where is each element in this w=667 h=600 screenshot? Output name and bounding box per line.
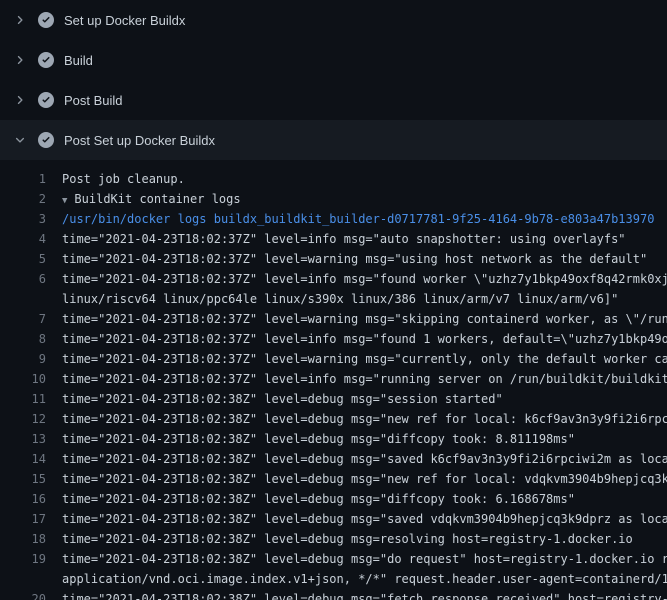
chevron-right-icon (12, 92, 28, 108)
log-line: 4 time="2021-04-23T18:02:37Z" level=info… (0, 229, 667, 249)
log-line-text: time="2021-04-23T18:02:38Z" level=debug … (62, 492, 575, 506)
log-line-text: time="2021-04-23T18:02:38Z" level=debug … (62, 552, 667, 566)
section-label: Build (64, 53, 93, 68)
section-label: Post Build (64, 93, 123, 108)
check-circle-icon (38, 52, 54, 68)
log-line: 14 time="2021-04-23T18:02:38Z" level=deb… (0, 449, 667, 469)
log-line: 17 time="2021-04-23T18:02:38Z" level=deb… (0, 509, 667, 529)
log-line-number[interactable]: 17 (0, 509, 46, 529)
actions-log-viewer: Set up Docker Buildx Build Post Build Po… (0, 0, 667, 600)
log-line-text: time="2021-04-23T18:02:38Z" level=debug … (62, 412, 667, 426)
log-line-text: time="2021-04-23T18:02:37Z" level=info m… (62, 372, 667, 386)
log-line-text: time="2021-04-23T18:02:38Z" level=debug … (62, 592, 667, 600)
log-line: 8 time="2021-04-23T18:02:37Z" level=info… (0, 329, 667, 349)
log-line-text: time="2021-04-23T18:02:37Z" level=info m… (62, 272, 667, 286)
section-label: Post Set up Docker Buildx (64, 133, 215, 148)
log-line-number[interactable] (0, 569, 46, 589)
log-line: 15 time="2021-04-23T18:02:38Z" level=deb… (0, 469, 667, 489)
log-line: 19 time="2021-04-23T18:02:38Z" level=deb… (0, 549, 667, 569)
log-line: linux/riscv64 linux/ppc64le linux/s390x … (0, 289, 667, 309)
log-line-number[interactable]: 2 (0, 189, 46, 209)
log-line: 2 ▼ BuildKit container logs (0, 189, 667, 209)
log-line-text: time="2021-04-23T18:02:37Z" level=warnin… (62, 312, 667, 326)
log-line-text: time="2021-04-23T18:02:37Z" level=info m… (62, 332, 667, 346)
log-line-text: time="2021-04-23T18:02:38Z" level=debug … (62, 392, 503, 406)
log-line: 1 Post job cleanup. (0, 169, 667, 189)
log-line-text: time="2021-04-23T18:02:38Z" level=debug … (62, 432, 575, 446)
log-line: 5 time="2021-04-23T18:02:37Z" level=warn… (0, 249, 667, 269)
chevron-right-icon (12, 12, 28, 28)
log-group-toggle-icon[interactable]: ▼ (62, 196, 67, 206)
log-line: 6 time="2021-04-23T18:02:37Z" level=info… (0, 269, 667, 289)
log-line-text: /usr/bin/docker logs buildx_buildkit_bui… (62, 212, 654, 226)
log-line: 3 /usr/bin/docker logs buildx_buildkit_b… (0, 209, 667, 229)
log-line-text: BuildKit container logs (74, 192, 240, 206)
log-line-number[interactable]: 15 (0, 469, 46, 489)
log-line-text: time="2021-04-23T18:02:37Z" level=info m… (62, 232, 626, 246)
log-line-number[interactable]: 3 (0, 209, 46, 229)
check-circle-icon (38, 92, 54, 108)
log-line-number[interactable]: 20 (0, 589, 46, 600)
log-line: 13 time="2021-04-23T18:02:38Z" level=deb… (0, 429, 667, 449)
section-header-set-up-docker-buildx[interactable]: Set up Docker Buildx (0, 0, 667, 40)
log-line-number[interactable]: 10 (0, 369, 46, 389)
log-line-text: Post job cleanup. (62, 172, 185, 186)
log-line: 10 time="2021-04-23T18:02:37Z" level=inf… (0, 369, 667, 389)
log-line-number[interactable]: 12 (0, 409, 46, 429)
log-line-text: time="2021-04-23T18:02:37Z" level=warnin… (62, 352, 667, 366)
log-line-number[interactable]: 8 (0, 329, 46, 349)
log-line-number[interactable]: 19 (0, 549, 46, 569)
log-line: 9 time="2021-04-23T18:02:37Z" level=warn… (0, 349, 667, 369)
log-line-text: time="2021-04-23T18:02:37Z" level=warnin… (62, 252, 647, 266)
log-line-number[interactable] (0, 289, 46, 309)
log-line-number[interactable]: 6 (0, 269, 46, 289)
check-circle-icon (38, 132, 54, 148)
section-header-build[interactable]: Build (0, 40, 667, 80)
log-line-text: linux/riscv64 linux/ppc64le linux/s390x … (62, 292, 618, 306)
log-line: 18 time="2021-04-23T18:02:38Z" level=deb… (0, 529, 667, 549)
log-line-number[interactable]: 16 (0, 489, 46, 509)
section-header-post-set-up-docker-buildx[interactable]: Post Set up Docker Buildx (0, 120, 667, 160)
log-line-text: time="2021-04-23T18:02:38Z" level=debug … (62, 512, 667, 526)
log-line-number[interactable]: 1 (0, 169, 46, 189)
log-line-number[interactable]: 18 (0, 529, 46, 549)
check-circle-icon (38, 12, 54, 28)
log-line: 16 time="2021-04-23T18:02:38Z" level=deb… (0, 489, 667, 509)
log-line-number[interactable]: 9 (0, 349, 46, 369)
log-line-number[interactable]: 13 (0, 429, 46, 449)
log-line-number[interactable]: 5 (0, 249, 46, 269)
log-line: 12 time="2021-04-23T18:02:38Z" level=deb… (0, 409, 667, 429)
log-line-text: time="2021-04-23T18:02:38Z" level=debug … (62, 452, 667, 466)
chevron-right-icon (12, 52, 28, 68)
log-line-text: application/vnd.oci.image.index.v1+json,… (62, 572, 667, 586)
log-line-number[interactable]: 11 (0, 389, 46, 409)
log-line-number[interactable]: 7 (0, 309, 46, 329)
log-line: 11 time="2021-04-23T18:02:38Z" level=deb… (0, 389, 667, 409)
log-line-number[interactable]: 14 (0, 449, 46, 469)
section-label: Set up Docker Buildx (64, 13, 185, 28)
log-line: 20 time="2021-04-23T18:02:38Z" level=deb… (0, 589, 667, 600)
log-line-text: time="2021-04-23T18:02:38Z" level=debug … (62, 472, 667, 486)
section-header-post-build[interactable]: Post Build (0, 80, 667, 120)
log-line: 7 time="2021-04-23T18:02:37Z" level=warn… (0, 309, 667, 329)
log-output: 1 Post job cleanup. 2 ▼ BuildKit containe… (0, 160, 667, 600)
log-line-text: time="2021-04-23T18:02:38Z" level=debug … (62, 532, 633, 546)
log-line-number[interactable]: 4 (0, 229, 46, 249)
chevron-down-icon (12, 132, 28, 148)
log-line: application/vnd.oci.image.index.v1+json,… (0, 569, 667, 589)
